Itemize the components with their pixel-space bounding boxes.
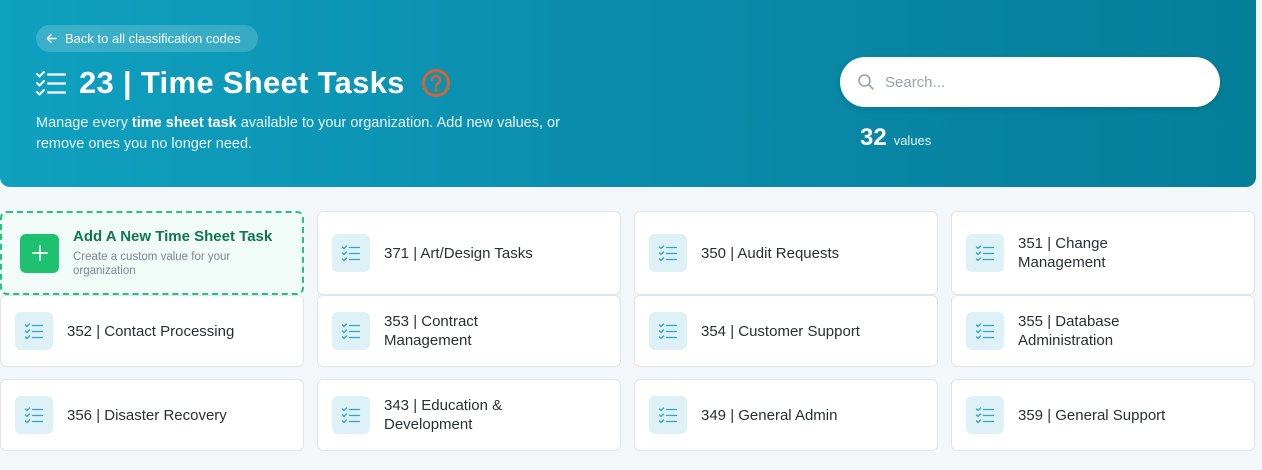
add-task-title: Add A New Time Sheet Task (73, 228, 273, 245)
plus-icon (20, 233, 59, 273)
title-row: 23 | Time Sheet Tasks (36, 65, 451, 101)
task-label: 371 | Art/Design Tasks (384, 244, 533, 262)
checklist-icon (649, 312, 687, 350)
page-description: Manage every time sheet task available t… (36, 115, 560, 152)
checklist-icon (966, 234, 1004, 272)
task-label: 343 | Education & Development (384, 397, 503, 433)
checklist-icon (966, 312, 1004, 350)
values-count-label: values (893, 133, 932, 148)
help-icon[interactable] (421, 68, 451, 98)
task-label: 351 | Change Management (1018, 235, 1108, 271)
task-label: 354 | Customer Support (701, 322, 860, 340)
search-input[interactable] (885, 73, 1185, 91)
task-card[interactable]: 354 | Customer Support (634, 295, 938, 367)
task-label: 359 | General Support (1018, 406, 1166, 424)
task-card[interactable]: 371 | Art/Design Tasks (317, 211, 621, 295)
checklist-icon (15, 396, 53, 434)
header-banner: Back to all classification codes 23 | Ti… (0, 0, 1256, 187)
values-count: 32 values (860, 124, 931, 152)
task-card[interactable]: 349 | General Admin (634, 379, 938, 451)
checklist-icon (36, 71, 66, 96)
search-box[interactable] (840, 57, 1220, 107)
task-card[interactable]: 352 | Contact Processing (0, 295, 304, 367)
task-card[interactable]: 355 | Database Administration (951, 295, 1255, 367)
checklist-icon (332, 312, 370, 350)
arrow-left-icon (46, 34, 57, 43)
page-title: 23 | Time Sheet Tasks (79, 65, 405, 100)
task-card[interactable]: 353 | Contract Management (317, 295, 621, 367)
checklist-icon (649, 234, 687, 272)
checklist-icon (649, 396, 687, 434)
task-label: 352 | Contact Processing (67, 322, 235, 340)
task-card[interactable]: 359 | General Support (951, 379, 1255, 451)
checklist-icon (15, 312, 53, 350)
checklist-icon (332, 234, 370, 272)
task-grid: Add A New Time Sheet Task Create a custo… (0, 211, 1256, 451)
task-label: 356 | Disaster Recovery (67, 406, 227, 424)
checklist-icon (332, 396, 370, 434)
task-label: 350 | Audit Requests (701, 244, 840, 262)
task-card[interactable]: 343 | Education & Development (317, 379, 621, 451)
back-button-label: Back to all classification codes (65, 31, 241, 46)
add-task-subtitle: Create a custom value for your organizat… (73, 251, 231, 277)
task-label: 355 | Database Administration (1018, 313, 1120, 349)
task-card[interactable]: 351 | Change Management (951, 211, 1255, 295)
values-count-number: 32 (860, 124, 887, 151)
task-label: 349 | General Admin (701, 406, 838, 424)
checklist-icon (966, 396, 1004, 434)
task-card[interactable]: 356 | Disaster Recovery (0, 379, 304, 451)
task-card[interactable]: 350 | Audit Requests (634, 211, 938, 295)
back-button[interactable]: Back to all classification codes (36, 25, 258, 52)
task-label: 353 | Contract Management (384, 313, 478, 349)
search-icon (858, 74, 874, 90)
add-task-card[interactable]: Add A New Time Sheet Task Create a custo… (0, 211, 304, 295)
